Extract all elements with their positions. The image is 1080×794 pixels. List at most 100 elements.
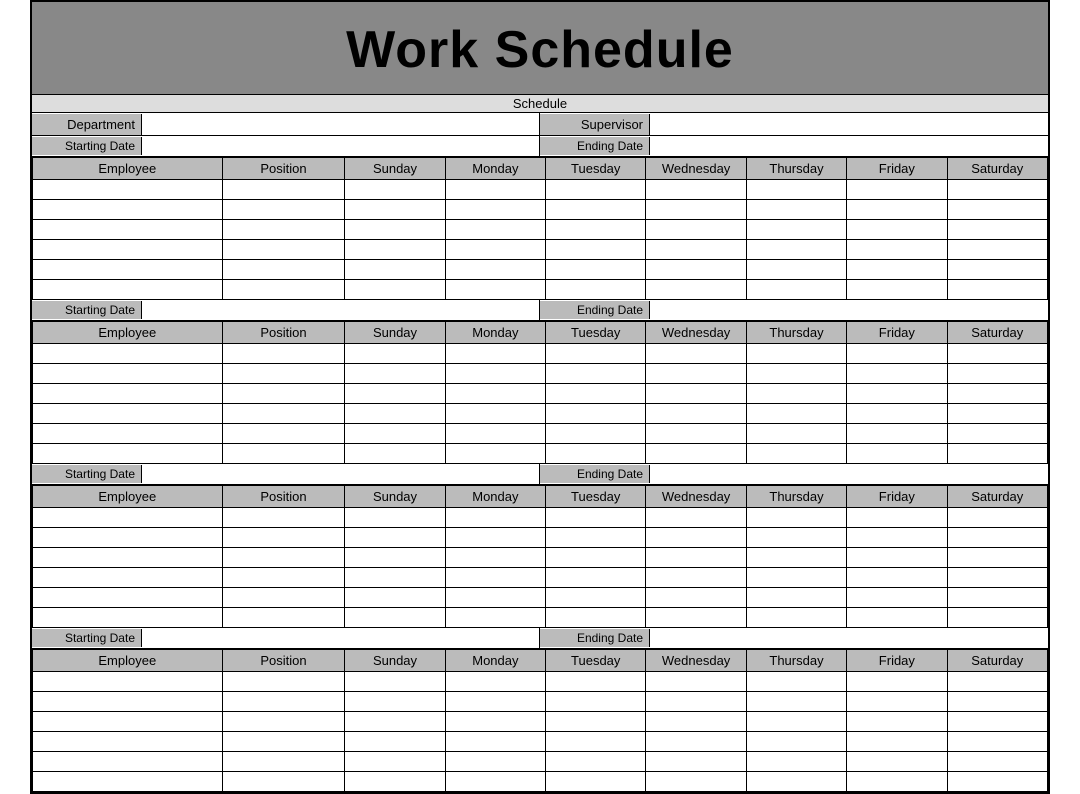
schedule-label-row: Schedule	[32, 94, 1048, 113]
section4-table: Employee Position Sunday Monday Tuesday …	[32, 649, 1048, 792]
department-cell: Department	[32, 113, 540, 135]
table-row	[33, 220, 1048, 240]
section1-end-cell: Ending Date	[540, 136, 1048, 156]
table-row	[33, 280, 1048, 300]
col-header-position: Position	[222, 158, 345, 180]
col2-header-tuesday: Tuesday	[546, 322, 646, 344]
section1-start-value[interactable]	[142, 136, 539, 156]
col2-header-sunday: Sunday	[345, 322, 445, 344]
col3-header-wednesday: Wednesday	[646, 486, 746, 508]
col4-header-thursday: Thursday	[746, 650, 846, 672]
section1-end-value[interactable]	[650, 136, 1048, 156]
table-row	[33, 200, 1048, 220]
section1-dates-row: Starting Date Ending Date	[32, 136, 1048, 157]
col4-header-wednesday: Wednesday	[646, 650, 746, 672]
section2-start-cell: Starting Date	[32, 300, 540, 320]
title-row: Work Schedule	[32, 2, 1048, 94]
dept-supervisor-row: Department Supervisor	[32, 113, 1048, 136]
section1-start-cell: Starting Date	[32, 136, 540, 156]
col-header-friday: Friday	[847, 158, 947, 180]
table-row	[33, 528, 1048, 548]
col-header-monday: Monday	[445, 158, 545, 180]
col3-header-thursday: Thursday	[746, 486, 846, 508]
section3-start-label: Starting Date	[32, 465, 142, 483]
section2-table: Employee Position Sunday Monday Tuesday …	[32, 321, 1048, 464]
col4-header-employee: Employee	[33, 650, 223, 672]
section1-start-label: Starting Date	[32, 137, 142, 155]
section4-start-value[interactable]	[142, 628, 539, 648]
section2-end-value[interactable]	[650, 300, 1048, 320]
section4-dates-row: Starting Date Ending Date	[32, 628, 1048, 649]
col3-header-friday: Friday	[847, 486, 947, 508]
col3-header-monday: Monday	[445, 486, 545, 508]
table-row	[33, 508, 1048, 528]
table-row	[33, 732, 1048, 752]
table-row	[33, 424, 1048, 444]
table-row	[33, 548, 1048, 568]
table-row	[33, 772, 1048, 792]
section4-end-value[interactable]	[650, 628, 1048, 648]
section3-end-value[interactable]	[650, 464, 1048, 484]
col-header-employee: Employee	[33, 158, 223, 180]
table-row	[33, 568, 1048, 588]
table-row	[33, 692, 1048, 712]
col2-header-friday: Friday	[847, 322, 947, 344]
section4-start-label: Starting Date	[32, 629, 142, 647]
table-row	[33, 364, 1048, 384]
col4-header-position: Position	[222, 650, 345, 672]
col4-header-saturday: Saturday	[947, 650, 1047, 672]
section3-start-value[interactable]	[142, 464, 539, 484]
section2-dates-row: Starting Date Ending Date	[32, 300, 1048, 321]
col2-header-employee: Employee	[33, 322, 223, 344]
work-schedule-container: Work Schedule Schedule Department Superv…	[30, 0, 1050, 794]
section4-header-row: Employee Position Sunday Monday Tuesday …	[33, 650, 1048, 672]
col2-header-saturday: Saturday	[947, 322, 1047, 344]
section4-start-cell: Starting Date	[32, 628, 540, 648]
col2-header-wednesday: Wednesday	[646, 322, 746, 344]
section3-end-cell: Ending Date	[540, 464, 1048, 484]
col-header-sunday: Sunday	[345, 158, 445, 180]
supervisor-label: Supervisor	[540, 114, 650, 135]
supervisor-cell: Supervisor	[540, 113, 1048, 135]
col4-header-monday: Monday	[445, 650, 545, 672]
section1-table: Employee Position Sunday Monday Tuesday …	[32, 157, 1048, 300]
table-row	[33, 260, 1048, 280]
schedule-label: Schedule	[513, 96, 567, 111]
section3-start-cell: Starting Date	[32, 464, 540, 484]
table-row	[33, 712, 1048, 732]
department-value[interactable]	[142, 113, 539, 135]
section3-header-row: Employee Position Sunday Monday Tuesday …	[33, 486, 1048, 508]
col4-header-sunday: Sunday	[345, 650, 445, 672]
section2-start-value[interactable]	[142, 300, 539, 320]
col3-header-saturday: Saturday	[947, 486, 1047, 508]
col-header-wednesday: Wednesday	[646, 158, 746, 180]
section4-end-label: Ending Date	[540, 629, 650, 647]
table-row	[33, 404, 1048, 424]
section1-header-row: Employee Position Sunday Monday Tuesday …	[33, 158, 1048, 180]
section3-dates-row: Starting Date Ending Date	[32, 464, 1048, 485]
col4-header-friday: Friday	[847, 650, 947, 672]
section3-end-label: Ending Date	[540, 465, 650, 483]
table-row	[33, 588, 1048, 608]
table-row	[33, 752, 1048, 772]
col2-header-thursday: Thursday	[746, 322, 846, 344]
table-row	[33, 180, 1048, 200]
col2-header-monday: Monday	[445, 322, 545, 344]
col3-header-sunday: Sunday	[345, 486, 445, 508]
supervisor-value[interactable]	[650, 113, 1048, 135]
col3-header-employee: Employee	[33, 486, 223, 508]
table-row	[33, 344, 1048, 364]
table-row	[33, 240, 1048, 260]
table-row	[33, 384, 1048, 404]
col-header-thursday: Thursday	[746, 158, 846, 180]
table-row	[33, 444, 1048, 464]
table-row	[33, 672, 1048, 692]
col3-header-tuesday: Tuesday	[546, 486, 646, 508]
section1-end-label: Ending Date	[540, 137, 650, 155]
col2-header-position: Position	[222, 322, 345, 344]
col3-header-position: Position	[222, 486, 345, 508]
section4-end-cell: Ending Date	[540, 628, 1048, 648]
section2-end-label: Ending Date	[540, 301, 650, 319]
table-row	[33, 608, 1048, 628]
col-header-saturday: Saturday	[947, 158, 1047, 180]
